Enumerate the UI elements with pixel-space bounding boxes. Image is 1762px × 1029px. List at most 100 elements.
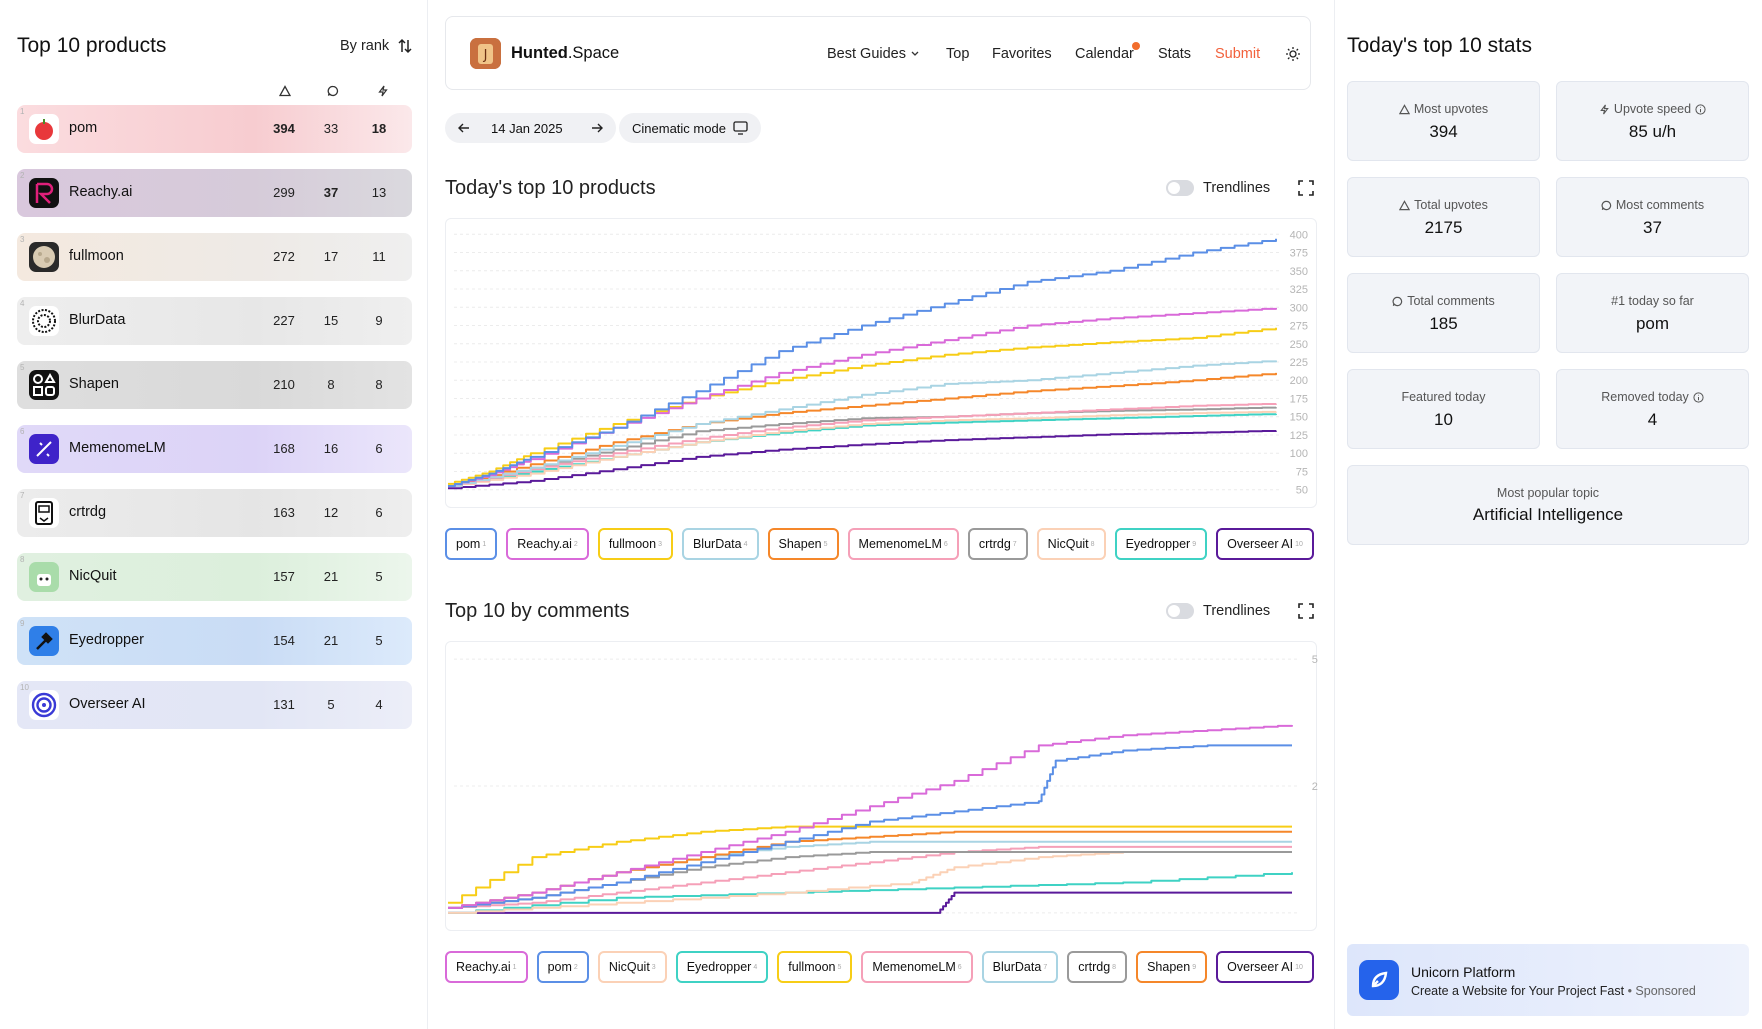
- legend-item[interactable]: fullmoon 5: [777, 951, 853, 983]
- stat-label: Upvote speed: [1613, 102, 1692, 116]
- nav-best-guides[interactable]: Best Guides: [827, 46, 920, 62]
- brand-logo[interactable]: J: [470, 38, 501, 69]
- theme-sun-icon[interactable]: [1285, 46, 1301, 62]
- legend-item[interactable]: Reachy.ai 2: [506, 528, 589, 560]
- monitor-icon: [733, 121, 748, 135]
- cinematic-mode-button[interactable]: Cinematic mode: [619, 113, 761, 143]
- stat-card: Most comments 37: [1556, 177, 1749, 257]
- stat-card: Upvote speed 85 u/h: [1556, 81, 1749, 161]
- rank-number: 7: [20, 491, 25, 500]
- legend-label: BlurData: [692, 537, 742, 551]
- legend-label: MemenomeLM: [872, 960, 956, 974]
- y-tick-label: 275: [1290, 321, 1308, 333]
- comment-count: 5: [327, 697, 335, 712]
- legend-item[interactable]: Shapen 5: [767, 528, 839, 560]
- info-icon[interactable]: [1695, 103, 1706, 115]
- product-row-nicquit[interactable]: 8 NicQuit 157 21 5: [17, 553, 412, 601]
- legend-rank: 8: [1090, 540, 1095, 548]
- y-tick-label: 100: [1290, 448, 1308, 460]
- product-row-reachy-ai[interactable]: 2 Reachy.ai 299 37 13: [17, 169, 412, 217]
- legend-item[interactable]: fullmoon 3: [597, 528, 673, 560]
- product-row-blurdata[interactable]: 4 BlurData 227 15 9: [17, 297, 412, 345]
- series-line-memenomelm[interactable]: [448, 845, 1292, 909]
- product-row-crtrdg[interactable]: 7 crtrdg 163 12 6: [17, 489, 412, 537]
- product-row-pom[interactable]: 1 pom 394 33 18: [17, 105, 412, 153]
- product-row-overseer-ai[interactable]: 10 Overseer AI 131 5 4: [17, 681, 412, 729]
- upvote-icon[interactable]: [275, 82, 295, 100]
- sponsor-banner[interactable]: Unicorn Platform Create a Website for Yo…: [1347, 944, 1749, 1016]
- legend-item[interactable]: BlurData 4: [681, 528, 759, 560]
- sort-button[interactable]: By rank: [340, 38, 413, 54]
- legend-rank: 2: [573, 540, 578, 548]
- comment-icon[interactable]: [323, 82, 343, 100]
- legend-item[interactable]: MemenomeLM 6: [847, 528, 959, 560]
- arrow-right-icon[interactable]: [590, 121, 604, 135]
- legend-rank: 7: [1012, 540, 1017, 548]
- comment-count: 21: [323, 633, 339, 648]
- legend-item[interactable]: pom 1: [445, 528, 498, 560]
- nav-submit[interactable]: Submit: [1215, 46, 1260, 62]
- upvotes-chart: 50 75 100 125 150 175 200 225 250 275 300 325 350 375…: [445, 218, 1317, 508]
- speed-icon[interactable]: [373, 82, 393, 100]
- legend-item[interactable]: MemenomeLM 6: [861, 951, 973, 983]
- legend-item[interactable]: crtrdg 7: [967, 528, 1028, 560]
- legend-item[interactable]: Overseer AI 10: [1216, 528, 1314, 560]
- upvote-count: 272: [273, 249, 295, 264]
- trendlines-toggle[interactable]: [1166, 603, 1194, 619]
- info-icon[interactable]: [1693, 391, 1704, 403]
- rank-number: 5: [20, 363, 25, 372]
- stat-card: Total comments 185: [1347, 273, 1540, 353]
- sponsor-title: Unicorn Platform: [1411, 964, 1516, 980]
- legend-item[interactable]: NicQuit 3: [597, 951, 667, 983]
- product-logo: [29, 626, 59, 656]
- nav-calendar[interactable]: Calendar: [1075, 46, 1134, 62]
- section-title-top-products: Today's top 10 products: [445, 177, 656, 199]
- rank-number: 2: [20, 171, 25, 180]
- sponsor-text: Create a Website for Your Project Fast •…: [1411, 984, 1696, 998]
- product-row-fullmoon[interactable]: 3 fullmoon 272 17 11: [17, 233, 412, 281]
- product-row-memenomelm[interactable]: 6 MemenomeLM 168 16 6: [17, 425, 412, 473]
- stat-value: 185: [1429, 314, 1458, 333]
- product-logo: [29, 242, 59, 272]
- main-content: J Hunted.Space Best Guides Top Favorites…: [428, 0, 1334, 1029]
- nav-top[interactable]: Top: [946, 46, 969, 62]
- comment-count: 21: [323, 569, 339, 584]
- legend-item[interactable]: Reachy.ai 1: [445, 951, 528, 983]
- legend-item[interactable]: Eyedropper 9: [1114, 528, 1208, 560]
- legend-rank: 9: [1192, 540, 1197, 548]
- stats-title: Today's top 10 stats: [1347, 34, 1532, 57]
- svg-text:J: J: [483, 48, 488, 63]
- legend-item[interactable]: Shapen 9: [1136, 951, 1208, 983]
- speed-count: 11: [372, 249, 386, 264]
- top-navbar: J Hunted.Space Best Guides Top Favorites…: [445, 16, 1311, 90]
- legend-item[interactable]: pom 2: [536, 951, 589, 983]
- arrow-left-icon[interactable]: [457, 121, 471, 135]
- legend-item[interactable]: Eyedropper 4: [675, 951, 769, 983]
- legend-item[interactable]: BlurData 7: [981, 951, 1059, 983]
- trendlines-toggle[interactable]: [1166, 180, 1194, 196]
- y-tick-label: 350: [1290, 266, 1308, 278]
- upvote-count: 154: [273, 633, 295, 648]
- speed-icon: [1599, 104, 1610, 115]
- fullscreen-icon[interactable]: [1298, 603, 1314, 619]
- top-products-panel: Top 10 products By rank 1 pom 394 33 18 2 Reac…: [0, 0, 428, 1029]
- product-row-eyedropper[interactable]: 9 Eyedropper 154 21 5: [17, 617, 412, 665]
- rank-number: 9: [20, 619, 25, 628]
- product-row-shapen[interactable]: 5 Shapen 210 8 8: [17, 361, 412, 409]
- upvote-icon: [1398, 103, 1410, 115]
- legend-item[interactable]: Overseer AI 10: [1216, 951, 1314, 983]
- legend-item[interactable]: crtrdg 8: [1067, 951, 1128, 983]
- y-tick-label: 75: [1296, 466, 1308, 478]
- stat-label: Total upvotes: [1414, 198, 1488, 212]
- legend-label: Shapen: [1147, 960, 1191, 974]
- speed-count: 9: [375, 313, 383, 328]
- product-name: NicQuit: [69, 568, 117, 584]
- legend-rank: 8: [1112, 963, 1117, 971]
- nav-stats[interactable]: Stats: [1158, 46, 1191, 62]
- nav-favorites[interactable]: Favorites: [992, 46, 1052, 62]
- speed-count: 8: [375, 377, 383, 392]
- stat-card: #1 today so far pom: [1556, 273, 1749, 353]
- fullscreen-icon[interactable]: [1298, 180, 1314, 196]
- brand-name[interactable]: Hunted.Space: [511, 44, 619, 63]
- legend-item[interactable]: NicQuit 8: [1036, 528, 1106, 560]
